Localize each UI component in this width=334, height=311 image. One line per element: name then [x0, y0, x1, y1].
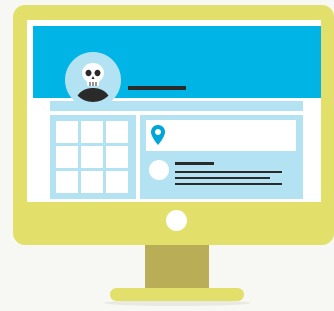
- post-title-line: [175, 162, 214, 165]
- profile-name-placeholder: [128, 86, 186, 90]
- post-text-line: [175, 183, 282, 185]
- location-pin-icon: [151, 125, 165, 145]
- power-button[interactable]: [166, 210, 187, 231]
- photo-thumbnail[interactable]: [81, 121, 103, 143]
- photo-thumbnail[interactable]: [106, 146, 128, 168]
- post-text-line: [175, 171, 282, 173]
- photo-thumbnail[interactable]: [81, 171, 103, 193]
- photo-thumbnail[interactable]: [81, 146, 103, 168]
- photo-thumbnail[interactable]: [106, 121, 128, 143]
- photo-thumbnail[interactable]: [56, 121, 78, 143]
- profile-avatar[interactable]: [71, 58, 115, 102]
- post-author-avatar: [149, 160, 169, 180]
- photo-thumbnail[interactable]: [56, 146, 78, 168]
- photo-thumbnail[interactable]: [56, 171, 78, 193]
- monitor-stand-base: [110, 288, 244, 301]
- monitor-stand-neck: [145, 240, 209, 292]
- post-text-line: [175, 177, 270, 179]
- photo-thumbnail[interactable]: [106, 171, 128, 193]
- photo-grid: [50, 115, 136, 199]
- skull-icon: [75, 63, 111, 102]
- location-card[interactable]: [146, 120, 296, 151]
